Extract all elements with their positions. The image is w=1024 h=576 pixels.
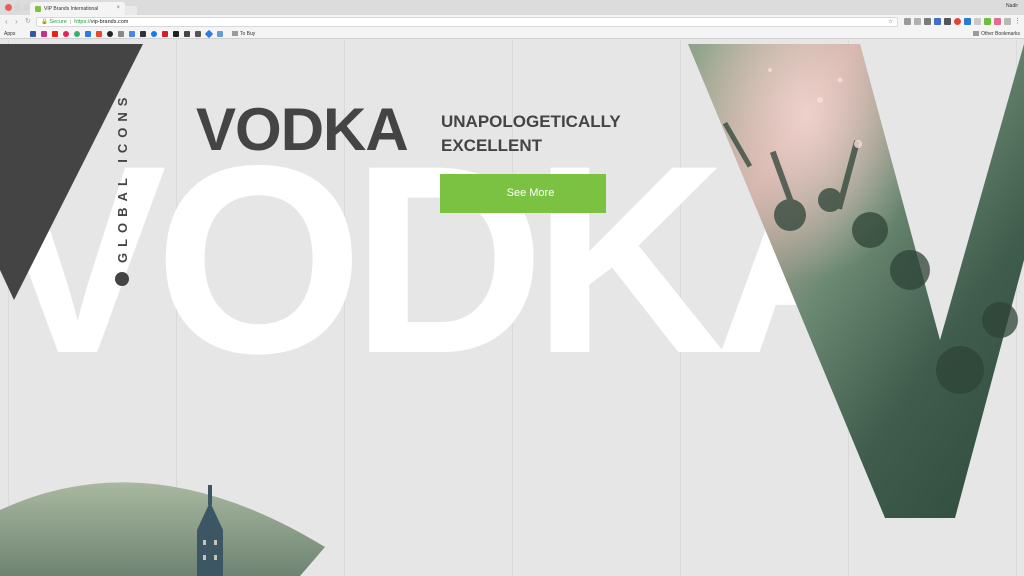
bookmark-star-icon[interactable]: ☆ <box>888 18 893 26</box>
tab-title: VIP Brands International <box>44 6 99 12</box>
bookmark-icon[interactable] <box>107 31 113 37</box>
browser-tab-bar: VIP Brands International × Nadir <box>0 0 1024 15</box>
bookmark-icon[interactable] <box>173 31 179 37</box>
extension-icon[interactable] <box>994 18 1001 25</box>
extension-icon[interactable] <box>914 18 921 25</box>
extension-icons: ⋮ <box>904 18 1021 25</box>
bookmark-icon[interactable] <box>118 31 124 37</box>
bookmark-folder-to-buy[interactable]: To Buy <box>232 31 255 37</box>
bookmark-icon[interactable] <box>52 31 58 37</box>
tab-favicon-icon <box>35 6 41 12</box>
reload-icon[interactable]: ↻ <box>25 17 31 27</box>
bookmark-icon[interactable] <box>96 31 102 37</box>
bookmark-icon[interactable] <box>63 31 69 37</box>
url-host: vip-brands.com <box>90 19 129 25</box>
extension-icon[interactable] <box>924 18 931 25</box>
extension-icon[interactable] <box>1004 18 1011 25</box>
bookmark-folder-label: To Buy <box>240 31 256 37</box>
bookmark-icons <box>30 29 223 39</box>
back-arrow-icon[interactable]: ‹ <box>5 17 8 27</box>
bookmark-icon[interactable] <box>85 31 91 37</box>
profile-name[interactable]: Nadir <box>1006 3 1018 9</box>
bookmark-icon[interactable] <box>140 31 146 37</box>
extension-icon[interactable] <box>944 18 951 25</box>
extension-icon[interactable] <box>974 18 981 25</box>
folder-icon <box>232 31 238 36</box>
global-icons-label: GLOBAL ICONS <box>115 91 130 263</box>
other-bookmarks[interactable]: Other Bookmarks <box>973 31 1020 37</box>
close-window-button[interactable] <box>5 4 12 11</box>
url-field[interactable]: 🔒 Secure | https://vip-brands.com ☆ <box>36 17 898 27</box>
bookmark-icon[interactable] <box>30 31 36 37</box>
tab-close-icon[interactable]: × <box>116 5 120 11</box>
extension-icon[interactable] <box>984 18 991 25</box>
extension-icon[interactable] <box>964 18 971 25</box>
folder-icon <box>973 31 980 36</box>
see-more-button[interactable]: See More <box>440 174 606 213</box>
bookmark-icon[interactable] <box>184 31 190 37</box>
bookmark-icon[interactable] <box>195 31 201 37</box>
address-bar-row: ‹ › ↻ 🔒 Secure | https://vip-brands.com ☆ … <box>0 15 1024 29</box>
bookmark-icon[interactable] <box>204 29 214 39</box>
other-bookmarks-label: Other Bookmarks <box>981 31 1020 37</box>
browser-tab[interactable]: VIP Brands International × <box>30 2 125 15</box>
tagline-line-2: EXCELLENT <box>441 136 543 155</box>
menu-kebab-icon[interactable]: ⋮ <box>1014 18 1021 25</box>
bookmarks-bar: Apps To Buy Other Bookmarks <box>0 29 1024 39</box>
extension-icon[interactable] <box>934 18 941 25</box>
minimize-window-button[interactable] <box>14 4 21 11</box>
extension-icon[interactable] <box>954 18 961 25</box>
maximize-window-button[interactable] <box>23 4 30 11</box>
bookmark-apps[interactable]: Apps <box>4 31 15 37</box>
extension-icon[interactable] <box>904 18 911 25</box>
forward-arrow-icon[interactable]: › <box>15 17 18 27</box>
bookmark-icon[interactable] <box>151 31 157 37</box>
bookmark-icon[interactable] <box>217 31 223 37</box>
bookmark-icon[interactable] <box>129 31 135 37</box>
secure-label: Secure <box>49 19 67 25</box>
tagline: UNAPOLOGETICALLY EXCELLENT <box>441 110 621 158</box>
bookmark-icon[interactable] <box>162 31 168 37</box>
page-title: VODKA <box>196 96 409 163</box>
url-scheme: https:// <box>74 19 91 25</box>
new-tab-button[interactable] <box>125 6 137 15</box>
bookmark-icon[interactable] <box>74 31 80 37</box>
hero-section: VODKA GLOBAL ICONS VODKA UNAPOLOGETICALL… <box>0 40 1024 576</box>
tagline-line-1: UNAPOLOGETICALLY <box>441 112 621 131</box>
bookmark-icon[interactable] <box>41 31 47 37</box>
bullet-dot <box>115 272 129 286</box>
lock-icon: 🔒 <box>41 19 48 25</box>
